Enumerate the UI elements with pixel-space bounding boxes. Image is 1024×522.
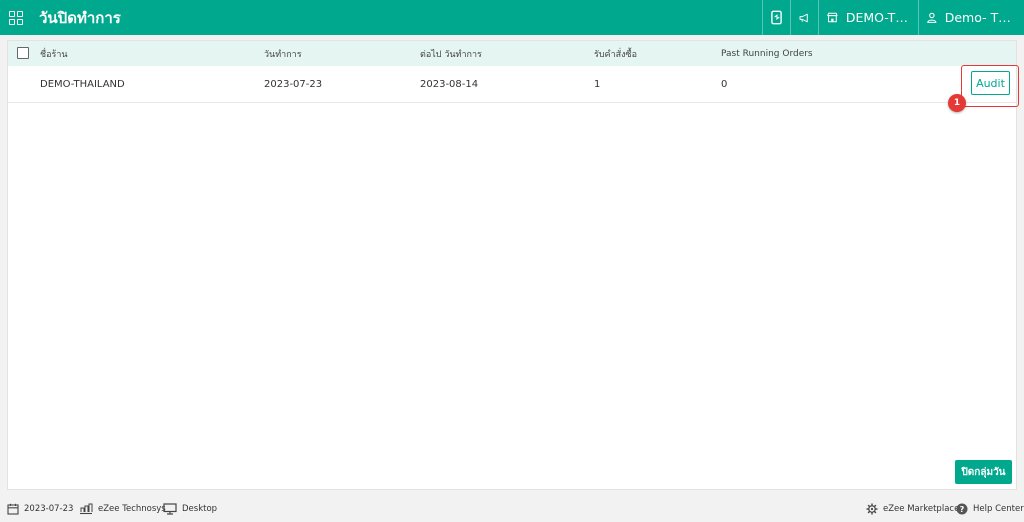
gear-icon — [866, 503, 878, 515]
column-header-orders: รับคำสั่งซื้อ — [594, 49, 638, 60]
apps-grid-icon[interactable] — [9, 10, 23, 25]
user-menu[interactable]: Demo- Thail... — [918, 0, 1024, 35]
svg-text:?: ? — [960, 505, 965, 514]
marketplace-link[interactable]: eZee Marketplace — [866, 496, 959, 522]
audit-button[interactable]: Audit — [971, 71, 1010, 95]
store-icon — [827, 12, 838, 23]
column-header-business-date: วันทำการ — [264, 49, 302, 60]
store-selector[interactable]: DEMO-THAI... — [818, 0, 918, 35]
cell-next-business-date: 2023-08-14 — [420, 78, 479, 90]
cell-store: DEMO-THAILAND — [40, 78, 125, 90]
footer-company: eZee Technosys — [79, 496, 166, 522]
column-header-next-business-date: ต่อไป วันทำการ — [420, 49, 482, 60]
cell-past-running-orders: 0 — [721, 78, 728, 90]
help-center-link[interactable]: ? Help Center — [956, 496, 1024, 522]
announcement-button[interactable] — [790, 0, 818, 35]
mobile-device-button[interactable] — [762, 0, 790, 35]
mobile-device-icon — [771, 10, 782, 25]
annotation-step-badge: 1 — [948, 94, 966, 112]
top-bar: วันปิดทำการ DEMO-THAI... Demo- Thail... — [0, 0, 1024, 35]
table-row: DEMO-THAILAND 2023-07-23 2023-08-14 1 0 — [8, 66, 1016, 103]
cell-business-date: 2023-07-23 — [264, 78, 323, 90]
close-day-button[interactable]: ปิดกลุ่มวัน — [955, 460, 1012, 484]
page-title: วันปิดทำการ — [39, 8, 121, 27]
user-label: Demo- Thail... — [944, 10, 1016, 25]
footer-device: Desktop — [163, 496, 217, 522]
cloud-signal-icon — [80, 503, 93, 515]
calendar-icon — [7, 503, 19, 515]
footer-device-text: Desktop — [182, 504, 218, 514]
marketplace-link-text: eZee Marketplace — [883, 504, 960, 514]
megaphone-icon — [799, 13, 808, 22]
cell-orders: 1 — [594, 78, 601, 90]
column-header-store: ชื่อร้าน — [40, 49, 68, 60]
select-all-checkbox[interactable] — [17, 47, 29, 59]
help-center-text: Help Center — [973, 504, 1024, 514]
column-header-past-running-orders: Past Running Orders — [721, 48, 813, 59]
store-label: DEMO-THAI... — [845, 10, 910, 25]
desktop-icon — [163, 503, 177, 515]
main-panel: ชื่อร้าน วันทำการ ต่อไป วันทำการ รับคำสั… — [7, 40, 1017, 490]
footer-bar: 2023-07-23 eZee Technosys Desktop eZee M… — [0, 496, 1024, 522]
footer-date: 2023-07-23 — [7, 496, 73, 522]
footer-company-text: eZee Technosys — [98, 504, 166, 514]
user-icon — [927, 12, 937, 23]
footer-date-text: 2023-07-23 — [24, 504, 74, 514]
help-icon: ? — [956, 503, 968, 515]
table-header: ชื่อร้าน วันทำการ ต่อไป วันทำการ รับคำสั… — [8, 41, 1016, 66]
